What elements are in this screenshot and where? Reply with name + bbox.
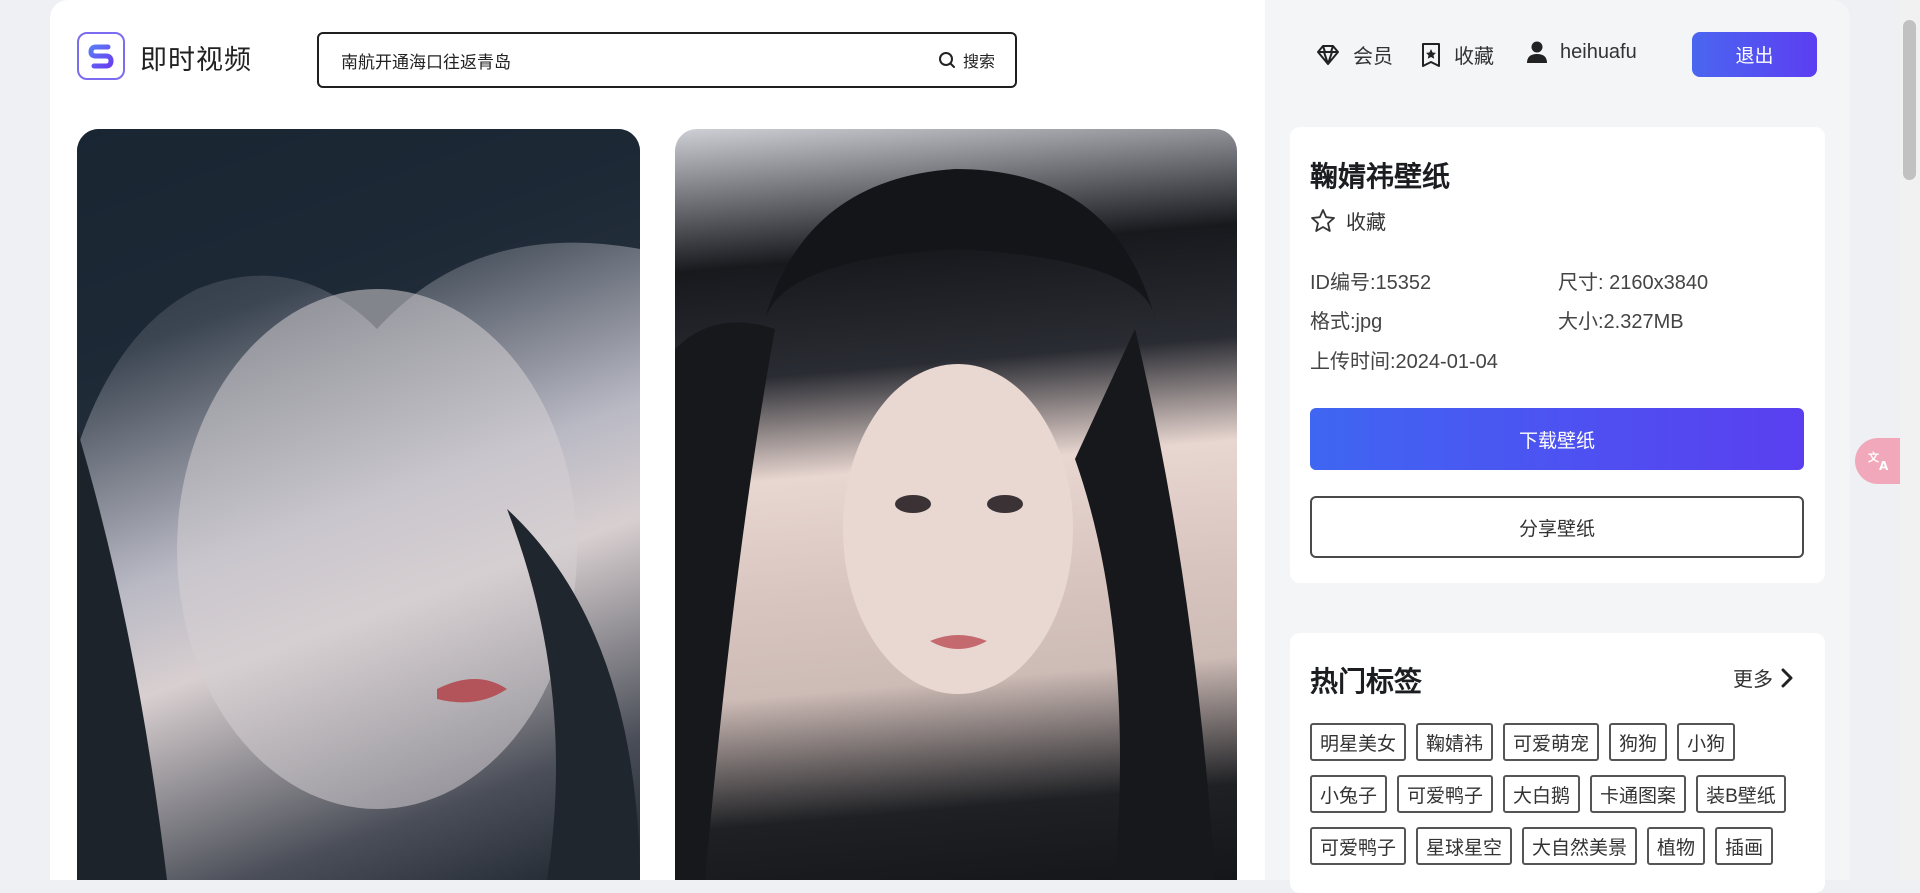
search-button[interactable]: 搜索 — [918, 34, 1015, 86]
search-button-label: 搜索 — [962, 54, 995, 71]
vip-link[interactable]: 会员 — [1315, 40, 1393, 69]
tag-item[interactable]: 星球星空 — [1416, 827, 1513, 865]
translate-icon: 文A — [1868, 450, 1889, 472]
wallpaper-info-card: 鞠婧祎壁纸 收藏 ID编号:15352 尺寸: 2160x3840 格式:jpg… — [1290, 127, 1825, 583]
wallpaper-format: 格式:jpg — [1310, 311, 1383, 333]
wallpaper-id: ID编号:15352 — [1310, 272, 1432, 294]
tag-item[interactable]: 小兔子 — [1310, 775, 1388, 813]
vip-label: 会员 — [1353, 46, 1393, 68]
wallpaper-filesize: 大小:2.327MB — [1558, 311, 1684, 333]
download-button[interactable]: 下载壁纸 — [1310, 408, 1804, 470]
favorites-link[interactable]: 收藏 — [1420, 40, 1494, 69]
favorite-button[interactable]: 收藏 — [1310, 206, 1386, 235]
tag-item[interactable]: 可爱鸭子 — [1310, 827, 1407, 865]
tag-item[interactable]: 植物 — [1647, 827, 1706, 865]
tag-item[interactable]: 可爱萌宠 — [1503, 723, 1600, 761]
username: heihuafu — [1560, 40, 1637, 63]
search-box: 搜索 — [317, 32, 1017, 88]
tag-item[interactable]: 可爱鸭子 — [1397, 775, 1494, 813]
search-input[interactable] — [319, 33, 918, 87]
tag-item[interactable]: 大白鹅 — [1503, 775, 1581, 813]
hot-tags-title: 热门标签 — [1310, 666, 1423, 697]
tag-item[interactable]: 狗狗 — [1609, 723, 1668, 761]
wallpaper-upload-date: 上传时间:2024-01-04 — [1310, 351, 1498, 373]
tag-list: 明星美女 鞠婧祎 可爱萌宠 狗狗 小狗 小兔子 可爱鸭子 大白鹅 卡通图案 装B… — [1310, 723, 1810, 865]
search-icon — [938, 52, 955, 68]
more-tags-link[interactable]: 更多 — [1733, 663, 1793, 692]
tag-item[interactable]: 小狗 — [1677, 723, 1736, 761]
logo-text[interactable]: 即时视频 — [140, 38, 252, 77]
tag-item[interactable]: 装B壁纸 — [1696, 775, 1786, 813]
scrollbar-thumb[interactable] — [1903, 20, 1916, 180]
more-tags-label: 更多 — [1733, 669, 1773, 691]
wallpaper-preview-right[interactable] — [675, 129, 1237, 880]
chevron-right-icon — [1781, 668, 1793, 687]
svg-text:A: A — [1879, 459, 1889, 472]
favorites-label: 收藏 — [1454, 46, 1494, 68]
tag-item[interactable]: 卡通图案 — [1590, 775, 1687, 813]
user-icon — [1527, 41, 1547, 63]
hot-tags-card: 热门标签 更多 明星美女 鞠婧祎 可爱萌宠 狗狗 小狗 小兔子 可爱鸭子 大白鹅… — [1290, 633, 1825, 893]
star-badge-icon — [1422, 42, 1440, 67]
share-button[interactable]: 分享壁纸 — [1310, 496, 1804, 558]
logo-icon[interactable] — [77, 32, 125, 80]
logout-button[interactable]: 退出 — [1692, 32, 1817, 77]
star-outline-icon — [1311, 208, 1335, 232]
user-profile-link[interactable]: heihuafu — [1526, 40, 1637, 64]
wallpaper-preview-left[interactable] — [77, 129, 640, 880]
wallpaper-title: 鞠婧祎壁纸 — [1310, 161, 1451, 192]
tag-item[interactable]: 大自然美景 — [1522, 827, 1638, 865]
translate-button[interactable]: 文A — [1855, 438, 1905, 484]
wallpaper-resolution: 尺寸: 2160x3840 — [1558, 272, 1709, 294]
favorite-label: 收藏 — [1346, 212, 1386, 234]
tag-item[interactable]: 明星美女 — [1310, 723, 1407, 761]
tag-item[interactable]: 插画 — [1715, 827, 1774, 865]
diamond-icon — [1317, 44, 1339, 65]
tag-item[interactable]: 鞠婧祎 — [1416, 723, 1494, 761]
